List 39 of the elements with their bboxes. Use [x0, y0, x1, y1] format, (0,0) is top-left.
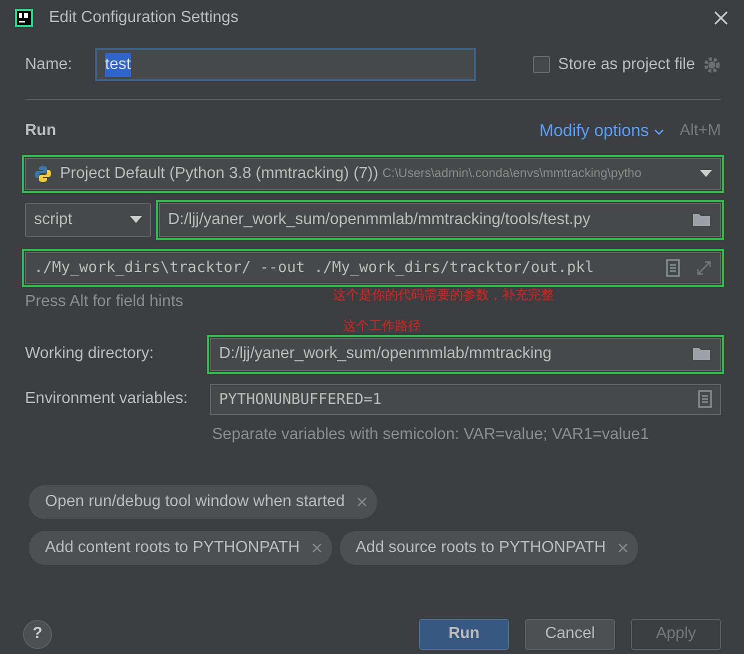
name-label: Name:: [25, 54, 74, 74]
option-chip[interactable]: Add content roots to PYTHONPATH: [29, 530, 332, 564]
help-button[interactable]: ?: [23, 620, 52, 648]
gear-icon[interactable]: [703, 56, 721, 74]
section-title: Run: [25, 120, 56, 141]
python-icon: [34, 164, 52, 182]
environment-hint: Separate variables with semicolon: VAR=value; VAR1=value1: [212, 424, 649, 444]
run-button[interactable]: Run: [419, 618, 509, 650]
modify-options-link[interactable]: Modify options: [539, 118, 664, 144]
name-value: test: [105, 52, 131, 76]
interpreter-path: C:\Users\admin\.conda\envs\mmtracking\pytho: [382, 165, 642, 182]
working-directory-label: Working directory:: [25, 344, 155, 364]
dialog-button[interactable]: Cancel: [525, 618, 615, 650]
interpreter-name: Project Default (Python 3.8 (mmtracking) (7)): [60, 164, 378, 184]
store-label: Store as project file: [558, 54, 695, 74]
remove-icon[interactable]: [356, 496, 367, 506]
field-hint: Press Alt for field hints: [25, 292, 184, 312]
option-chip[interactable]: Open run/debug tool window when started: [29, 484, 377, 518]
window-title: Edit Configuration Settings: [49, 8, 238, 28]
environment-variables-field[interactable]: PYTHONUNBUFFERED=1: [210, 384, 721, 414]
expand-icon[interactable]: [696, 260, 712, 276]
script-type-dropdown[interactable]: script: [25, 202, 151, 236]
document-icon[interactable]: [698, 390, 712, 408]
remove-icon[interactable]: [312, 542, 322, 552]
remove-icon[interactable]: [618, 542, 628, 552]
dropdown-arrow-icon[interactable]: [130, 216, 142, 224]
annotation-text: 这个是你的代码需要的参数，补充完整: [333, 286, 554, 304]
close-icon[interactable]: [713, 10, 729, 26]
folder-icon[interactable]: [692, 346, 712, 362]
store-checkbox[interactable]: [533, 56, 550, 73]
annotation-text: 这个工作路径: [343, 317, 421, 335]
app-logo-icon: [15, 9, 33, 27]
shortcut-hint: Alt+M: [680, 120, 721, 141]
document-icon[interactable]: [666, 258, 680, 276]
name-input[interactable]: test: [95, 48, 476, 81]
caret-icon: [654, 128, 664, 136]
option-chip[interactable]: Add source roots to PYTHONPATH: [340, 530, 638, 564]
environment-variables-label: Environment variables:: [25, 389, 189, 409]
folder-icon[interactable]: [692, 212, 712, 228]
